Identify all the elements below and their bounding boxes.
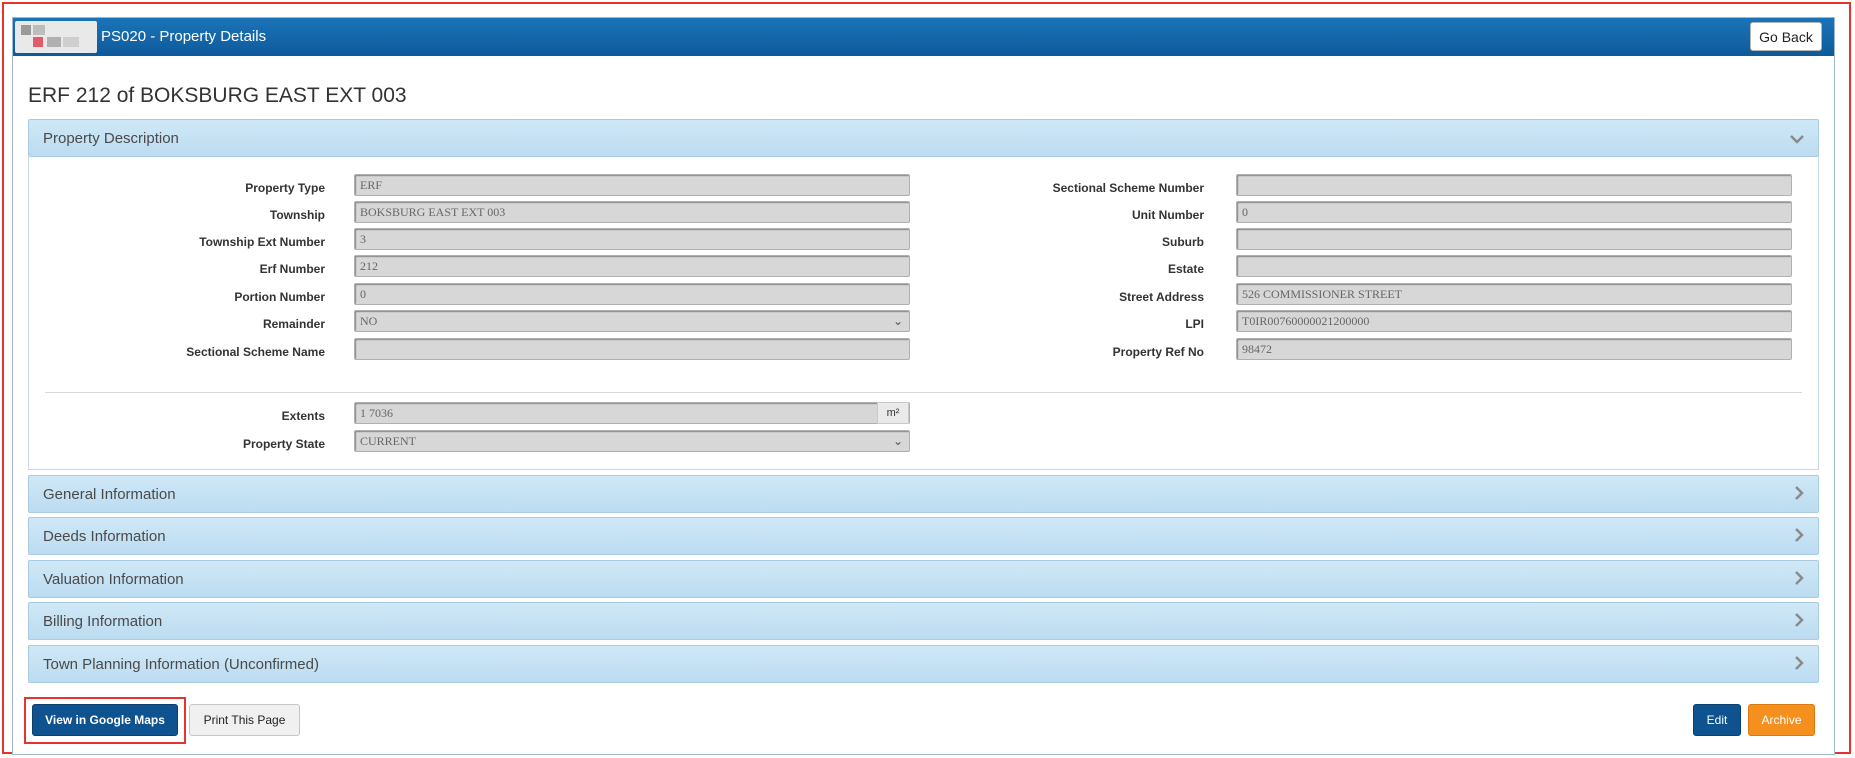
property-state-select[interactable]: CURRENT ⌄ — [354, 430, 910, 452]
property-type-field[interactable]: ERF — [354, 174, 910, 196]
page-title: ERF 212 of BOKSBURG EAST EXT 003 — [28, 84, 407, 107]
section-title: Town Planning Information (Unconfirmed) — [43, 656, 319, 673]
extents-value: 1 7036 — [360, 406, 393, 420]
sectional-scheme-number-field[interactable] — [1236, 174, 1792, 196]
label-property-type: Property Type — [245, 181, 325, 195]
suburb-field[interactable] — [1236, 228, 1792, 250]
label-township: Township — [269, 208, 325, 222]
label-portion-number: Portion Number — [234, 290, 325, 304]
property-description-header[interactable]: Property Description — [28, 119, 1819, 157]
edit-button[interactable]: Edit — [1693, 704, 1741, 736]
extents-field[interactable]: 1 7036 m² — [354, 402, 910, 424]
property-state-value: CURRENT — [360, 434, 417, 448]
remainder-value: NO — [360, 314, 378, 328]
view-in-google-maps-button[interactable]: View in Google Maps — [32, 704, 178, 736]
chevron-right-icon — [1794, 518, 1804, 556]
section-divider — [45, 392, 1802, 393]
label-sectional-scheme-name: Sectional Scheme Name — [186, 345, 325, 359]
section-title: Billing Information — [43, 613, 163, 630]
sectional-scheme-name-field[interactable] — [354, 338, 910, 360]
panel-title: Property Description — [43, 130, 179, 147]
lpi-field[interactable]: T0IR00760000021200000 — [1236, 310, 1792, 332]
chevron-right-icon — [1794, 603, 1804, 641]
section-title: Deeds Information — [43, 528, 166, 545]
section-title: General Information — [43, 486, 176, 503]
label-sectional-scheme-number: Sectional Scheme Number — [1052, 181, 1204, 195]
chevron-right-icon — [1794, 646, 1804, 684]
go-back-button[interactable]: Go Back — [1750, 22, 1822, 51]
app-logo — [15, 21, 97, 53]
section-billing-information[interactable]: Billing Information — [28, 602, 1819, 640]
section-general-information[interactable]: General Information — [28, 475, 1819, 513]
label-township-ext-number: Township Ext Number — [199, 235, 325, 249]
remainder-select[interactable]: NO ⌄ — [354, 310, 910, 332]
street-address-field[interactable]: 526 COMMISSIONER STREET — [1236, 283, 1792, 305]
section-valuation-information[interactable]: Valuation Information — [28, 560, 1819, 598]
portion-number-field[interactable]: 0 — [354, 283, 910, 305]
chevron-right-icon — [1794, 561, 1804, 599]
label-lpi: LPI — [1185, 317, 1204, 331]
title-bar: PS020 - Property Details Go Back — [13, 18, 1834, 56]
label-extents: Extents — [281, 409, 325, 423]
archive-button[interactable]: Archive — [1748, 704, 1815, 736]
section-title: Valuation Information — [43, 571, 184, 588]
section-town-planning-information[interactable]: Town Planning Information (Unconfirmed) — [28, 645, 1819, 683]
print-this-page-button[interactable]: Print This Page — [189, 704, 300, 736]
square-meter-unit: m² — [877, 402, 909, 424]
unit-number-field[interactable]: 0 — [1236, 201, 1792, 223]
township-ext-number-field[interactable]: 3 — [354, 228, 910, 250]
label-remainder: Remainder — [262, 317, 325, 331]
erf-number-field[interactable]: 212 — [354, 255, 910, 277]
chevron-down-icon[interactable] — [1790, 120, 1804, 158]
label-unit-number: Unit Number — [1132, 208, 1204, 222]
label-property-ref-no: Property Ref No — [1112, 345, 1204, 359]
section-deeds-information[interactable]: Deeds Information — [28, 517, 1819, 555]
label-erf-number: Erf Number — [259, 262, 325, 276]
window-title: PS020 - Property Details — [101, 28, 267, 45]
label-estate: Estate — [1167, 262, 1204, 276]
label-suburb: Suburb — [1162, 235, 1204, 249]
chevron-down-icon: ⌄ — [892, 434, 903, 448]
chevron-right-icon — [1794, 476, 1804, 514]
label-street-address: Street Address — [1119, 290, 1204, 304]
property-ref-no-field[interactable]: 98472 — [1236, 338, 1792, 360]
township-field[interactable]: BOKSBURG EAST EXT 003 — [354, 201, 910, 223]
chevron-down-icon: ⌄ — [892, 314, 903, 328]
label-property-state: Property State — [242, 437, 325, 451]
estate-field[interactable] — [1236, 255, 1792, 277]
property-description-body: Property Type ERF Township BOKSBURG EAST… — [28, 157, 1819, 470]
